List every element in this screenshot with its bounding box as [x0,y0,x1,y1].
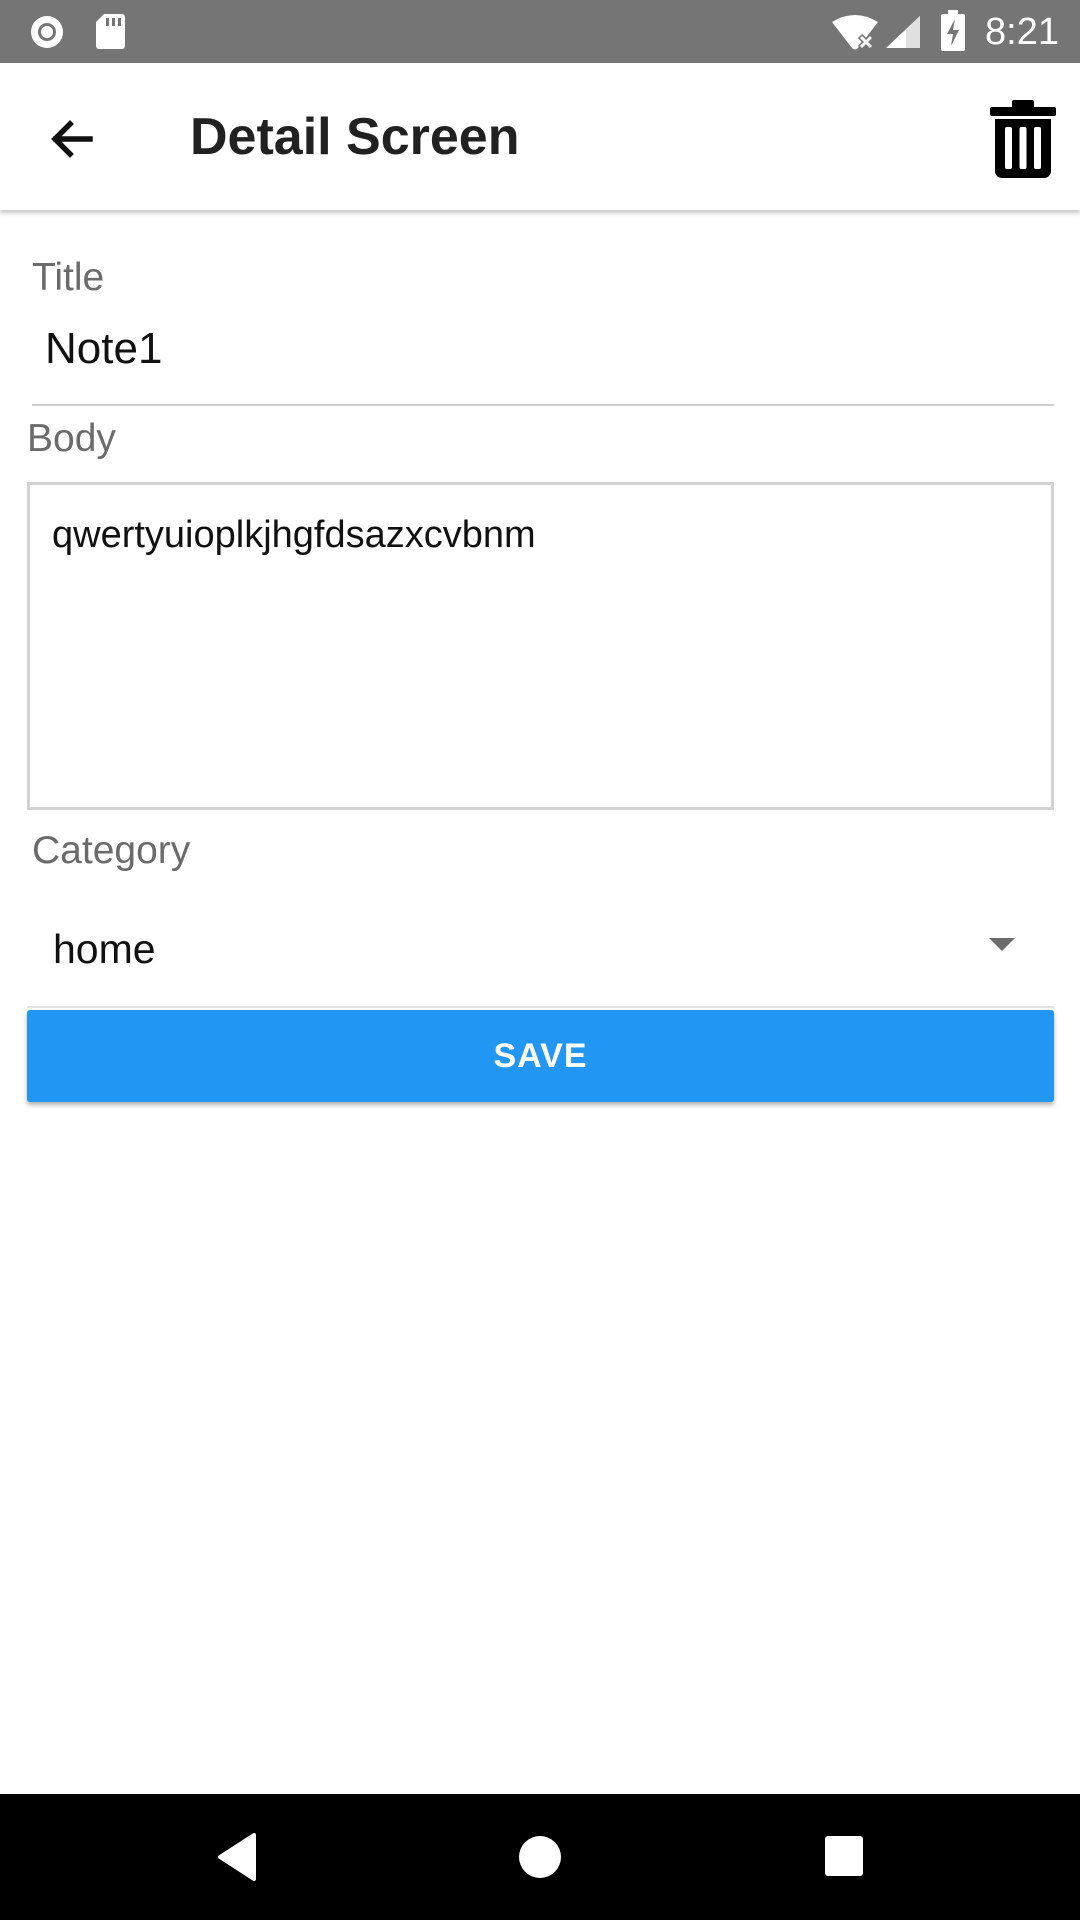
battery-charging-icon [941,10,965,51]
category-selected-value: home [53,926,156,972]
record-icon [31,16,63,48]
navigation-bar [0,1794,1080,1920]
page-title: Detail Screen [190,108,520,166]
category-label: Category [32,829,191,872]
dropdown-arrow-icon [989,938,1015,951]
detail-screen: 8:21 Detail Screen Title Note1 Body qwer… [0,0,1080,1920]
sd-card-icon [96,14,125,49]
wifi-off-icon [832,15,878,50]
status-time: 8:21 [985,11,1059,53]
status-bar: 8:21 [0,0,1080,63]
category-underline [27,1006,1054,1008]
title-label: Title [32,256,105,299]
title-underline [32,404,1054,406]
title-input[interactable]: Note1 [45,322,162,376]
nav-recent-icon[interactable] [824,1834,864,1878]
save-button-label: SAVE [493,1036,588,1075]
signal-icon [886,16,920,48]
arrow-back-icon[interactable] [38,105,106,173]
trash-icon[interactable] [988,99,1058,179]
body-text[interactable]: qwertyuioplkjhgfdsazxcvbnm [52,510,536,560]
app-bar: Detail Screen [0,63,1080,210]
save-button[interactable]: SAVE [27,1010,1054,1102]
nav-back-icon[interactable] [214,1831,258,1883]
nav-home-icon[interactable] [518,1831,562,1883]
body-label: Body [27,417,116,460]
category-dropdown[interactable]: home [27,900,1054,1008]
